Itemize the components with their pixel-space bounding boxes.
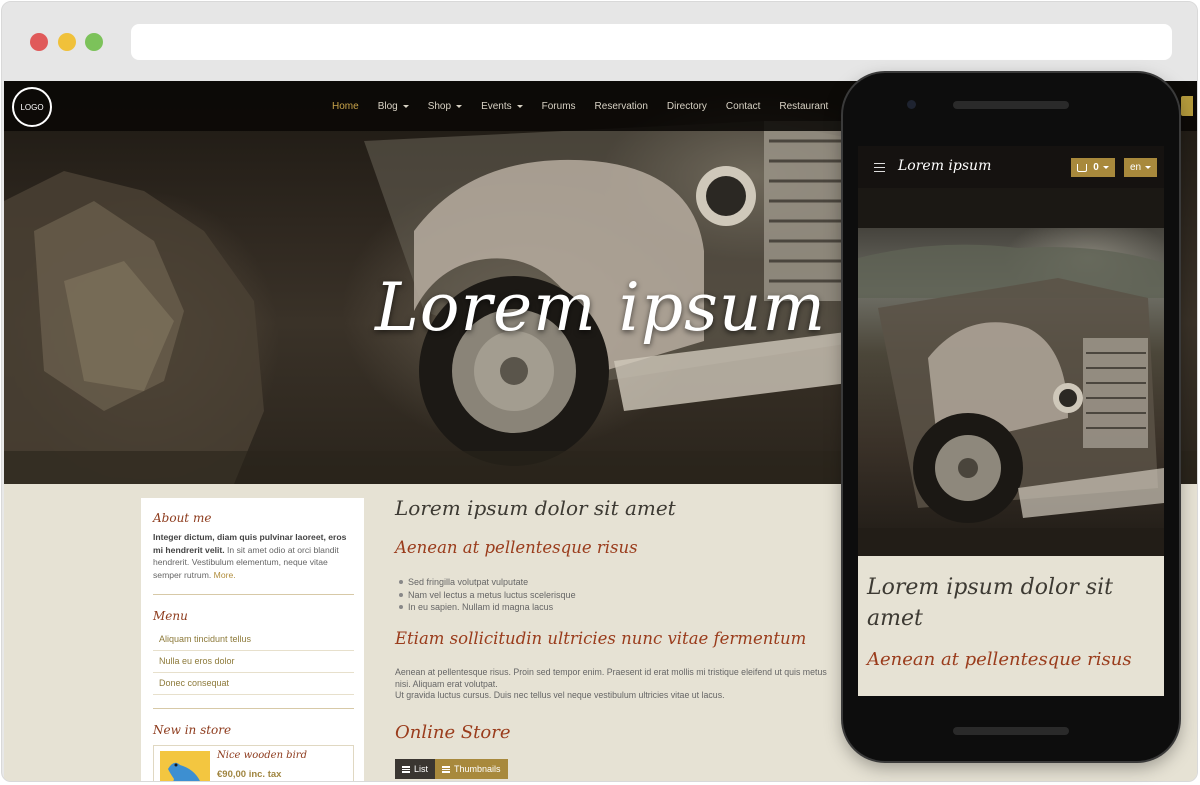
mobile-page-title: Lorem ipsum dolor sit amet: [867, 575, 1113, 631]
nav-reservation[interactable]: Reservation: [595, 101, 648, 112]
phone-speaker: [953, 101, 1069, 109]
nav-shop-label: Shop: [427, 100, 452, 112]
maximize-window-dot[interactable]: [85, 33, 103, 51]
list-view-label: List: [414, 764, 429, 774]
phone-screen: Lorem ipsum 0 en Lorem ipsum dolor sit a…: [858, 146, 1164, 696]
language-button[interactable]: [1181, 96, 1193, 116]
mobile-brand[interactable]: Lorem ipsum: [898, 158, 991, 174]
body-paragraph: Aenean at pellentesque risus. Proin sed …: [395, 667, 827, 702]
nav-forums-label: Forums: [541, 100, 576, 112]
language-label: en: [1129, 162, 1142, 173]
language-select[interactable]: en: [1124, 158, 1157, 177]
nav-blog[interactable]: Blog: [378, 101, 409, 112]
list-item: Sed fringilla volutpat vulputate: [395, 576, 576, 589]
list-item: Nam vel lectus a metus luctus scelerisqu…: [395, 589, 576, 602]
nav-shop[interactable]: Shop: [427, 100, 463, 112]
cart-count: 0: [1093, 162, 1099, 173]
product-name[interactable]: Nice wooden bird: [217, 750, 307, 761]
phone-bottom-speaker: [953, 727, 1069, 735]
product-price: €90,00 inc. tax: [217, 769, 282, 780]
nav-blog-label: Blog: [377, 100, 398, 112]
cart-button[interactable]: 0: [1071, 158, 1115, 177]
menu-heading: Menu: [153, 609, 188, 623]
chevron-down-icon: [402, 104, 409, 108]
divider: [153, 708, 354, 709]
list-icon: [402, 765, 410, 773]
nav-directory[interactable]: Directory: [667, 101, 707, 112]
browser-titlebar: [2, 2, 1197, 81]
mobile-hero-image: [858, 188, 1164, 556]
thumbnails-view-label: Thumbnails: [454, 764, 501, 774]
mobile-truck-illustration: [858, 188, 1164, 556]
store-heading: New in store: [153, 723, 232, 737]
bullet-list: Sed fringilla volutpat vulputate Nam vel…: [395, 576, 576, 614]
sidebar-menu-item[interactable]: Aliquam tincidunt tellus: [153, 629, 354, 651]
nav-events-label: Events: [481, 100, 512, 112]
chevron-down-icon: [1102, 166, 1109, 169]
address-bar[interactable]: [131, 24, 1172, 60]
view-toggle: List Thumbnails: [395, 759, 508, 779]
about-text: Integer dictum, diam quis pulvinar laore…: [153, 531, 354, 581]
nav-restaurant[interactable]: Restaurant: [779, 101, 828, 112]
nav-contact[interactable]: Contact: [726, 101, 760, 112]
sidebar-menu-item[interactable]: Nulla eu eros dolor: [153, 651, 354, 673]
page-title: Lorem ipsum dolor sit amet: [395, 496, 676, 520]
thumbnails-view-button[interactable]: Thumbnails: [435, 759, 508, 779]
cart-icon: [1077, 163, 1088, 172]
bird-icon: [168, 762, 200, 781]
minimize-window-dot[interactable]: [58, 33, 76, 51]
store-product-card[interactable]: Nice wooden bird €90,00 inc. tax: [153, 745, 354, 781]
phone-camera: [907, 100, 916, 109]
list-item: In eu sapien. Nullam id magna lacus: [395, 601, 576, 614]
about-heading: About me: [153, 511, 212, 525]
divider: [153, 594, 354, 595]
mobile-navbar: Lorem ipsum 0 en: [858, 146, 1164, 188]
chevron-down-icon: [516, 104, 523, 108]
nav-events[interactable]: Events: [481, 101, 523, 112]
chevron-down-icon: [456, 104, 463, 108]
main-nav: Home Blog Shop Events Forums Reservation…: [332, 81, 847, 131]
nav-home-label: Home: [332, 100, 359, 112]
list-view-button[interactable]: List: [395, 759, 436, 779]
nav-contact-label: Contact: [725, 100, 761, 112]
nav-directory-label: Directory: [666, 100, 707, 112]
section-heading: Etiam sollicitudin ultricies nunc vitae …: [395, 629, 807, 648]
close-window-dot[interactable]: [30, 33, 48, 51]
nav-restaurant-label: Restaurant: [779, 100, 829, 112]
paragraph-line: nisi. Aliquam erat volutpat.: [395, 678, 498, 689]
about-more-link[interactable]: More.: [214, 570, 236, 580]
store-title: Online Store: [395, 722, 511, 743]
hamburger-menu-icon[interactable]: [874, 163, 885, 172]
product-image[interactable]: [160, 751, 210, 781]
nav-home[interactable]: Home: [332, 101, 359, 112]
sidebar: About me Integer dictum, diam quis pulvi…: [141, 498, 364, 781]
paragraph-line: Aenean at pellentesque risus. Proin sed …: [395, 667, 827, 677]
site-logo[interactable]: LOGO: [12, 87, 52, 127]
phone-mockup: Lorem ipsum 0 en Lorem ipsum dolor sit a…: [843, 73, 1179, 761]
nav-forums[interactable]: Forums: [542, 101, 576, 112]
nav-reservation-label: Reservation: [594, 100, 648, 112]
chevron-down-icon: [1145, 166, 1152, 169]
sidebar-menu-item[interactable]: Donec consequat: [153, 673, 354, 695]
mobile-subtitle: Aenean at pellentesque risus: [867, 649, 1132, 670]
subtitle-heading: Aenean at pellentesque risus: [395, 538, 638, 557]
grid-icon: [442, 765, 451, 773]
paragraph-line: Ut gravida luctus cursus. Duis nec tellu…: [395, 690, 725, 700]
